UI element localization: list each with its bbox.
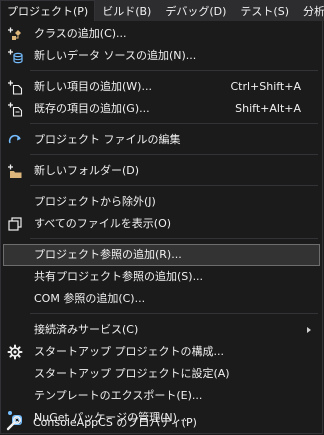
menu-item-label: プロジェクト参照の追加(R)... [34, 248, 182, 261]
menu-item-label: プロジェクトから除外(J) [34, 195, 156, 208]
menu-item-label: プロジェクト ファイルの編集 [34, 133, 181, 146]
menu-item-connected-services-row[interactable]: 接続済みサービス(C) [3, 319, 320, 341]
menu-item-label: ConsoleAppCS のプロパティ(P) [33, 416, 197, 429]
menu-item-exclude-from-project[interactable]: プロジェクトから除外(J) [3, 191, 320, 213]
existing-item-icon [7, 101, 23, 117]
menu-item-export-template[interactable]: テンプレートのエクスポート(E)... [3, 385, 320, 407]
menu-item-add-data-source[interactable]: 新しいデータ ソースの追加(N)... [3, 45, 320, 67]
menu-item-label: 共有プロジェクト参照の追加(S)... [34, 270, 204, 283]
menu-item-add-class[interactable]: クラスの追加(C)... [3, 23, 320, 45]
edit-project-icon [7, 132, 23, 148]
menu-separator [30, 238, 318, 239]
gear-icon [7, 344, 23, 360]
menu-item-label: 新しい項目の追加(W)... [34, 80, 152, 93]
menu-item-configure-startup-projects[interactable]: スタートアップ プロジェクトの構成... [3, 341, 320, 363]
menu-item-label: 接続済みサービス(C) [34, 323, 139, 336]
menu-item-label: 新しいフォルダー(D) [34, 164, 140, 177]
menu-item-add-shared-project-reference[interactable]: 共有プロジェクト参照の追加(S)... [3, 266, 320, 288]
menu-project[interactable]: プロジェクト(P) [0, 0, 96, 21]
shortcut-label: Ctrl+Shift+A [230, 80, 301, 93]
menu-item-label: 新しいデータ ソースの追加(N)... [34, 49, 197, 62]
new-folder-icon [7, 163, 23, 179]
menu-test[interactable]: テスト(S) [233, 0, 296, 21]
menu-item-label: クラスの追加(C)... [34, 27, 127, 40]
menu-item-label: スタートアップ プロジェクトの構成... [34, 345, 224, 358]
menu-item-add-project-reference[interactable]: プロジェクト参照の追加(R)... [3, 244, 320, 266]
menu-item-add-existing-item[interactable]: 既存の項目の追加(G)... Shift+Alt+A [3, 98, 320, 120]
menu-item-add-new-item[interactable]: 新しい項目の追加(W)... Ctrl+Shift+A [3, 76, 320, 98]
menu-item-edit-project-file[interactable]: プロジェクト ファイルの編集 [3, 129, 320, 151]
menu-item-label: すべてのファイルを表示(O) [34, 217, 172, 230]
menu-item-connected-services[interactable] [3, 297, 320, 319]
submenu-arrow-icon [307, 327, 311, 333]
project-menu-dropdown: クラスの追加(C)... 新しいデータ ソースの追加(N)... 新しい項目の追… [0, 21, 323, 434]
wrench-icon [6, 415, 22, 431]
add-data-source-icon [7, 48, 23, 64]
menu-item-new-folder[interactable]: 新しいフォルダー(D) [3, 160, 320, 182]
shortcut-label: Shift+Alt+A [235, 102, 301, 115]
menu-item-label: 既存の項目の追加(G)... [34, 102, 150, 115]
menu-bar: プロジェクト(P) ビルド(B) デバッグ(D) テスト(S) 分析(N) [0, 0, 324, 21]
add-class-icon [7, 26, 23, 42]
show-all-files-icon [7, 216, 23, 232]
menu-item-label: テンプレートのエクスポート(E)... [34, 389, 203, 402]
menu-separator [30, 154, 318, 155]
menu-item-label: スタートアップ プロジェクトに設定(A) [34, 367, 230, 380]
menu-item-set-startup-project[interactable]: スタートアップ プロジェクトに設定(A) [3, 363, 320, 385]
menu-separator [30, 123, 318, 124]
menu-analyze[interactable]: 分析(N) [296, 0, 324, 21]
menu-separator [30, 185, 318, 186]
menu-item-show-all-files[interactable]: すべてのファイルを表示(O) [3, 213, 320, 235]
menu-separator [30, 70, 318, 71]
menu-build[interactable]: ビルド(B) [95, 0, 158, 21]
new-item-icon [7, 79, 23, 95]
menu-item-project-properties[interactable]: ConsoleAppCS のプロパティ(P) [2, 412, 321, 434]
menu-debug[interactable]: デバッグ(D) [158, 0, 233, 21]
